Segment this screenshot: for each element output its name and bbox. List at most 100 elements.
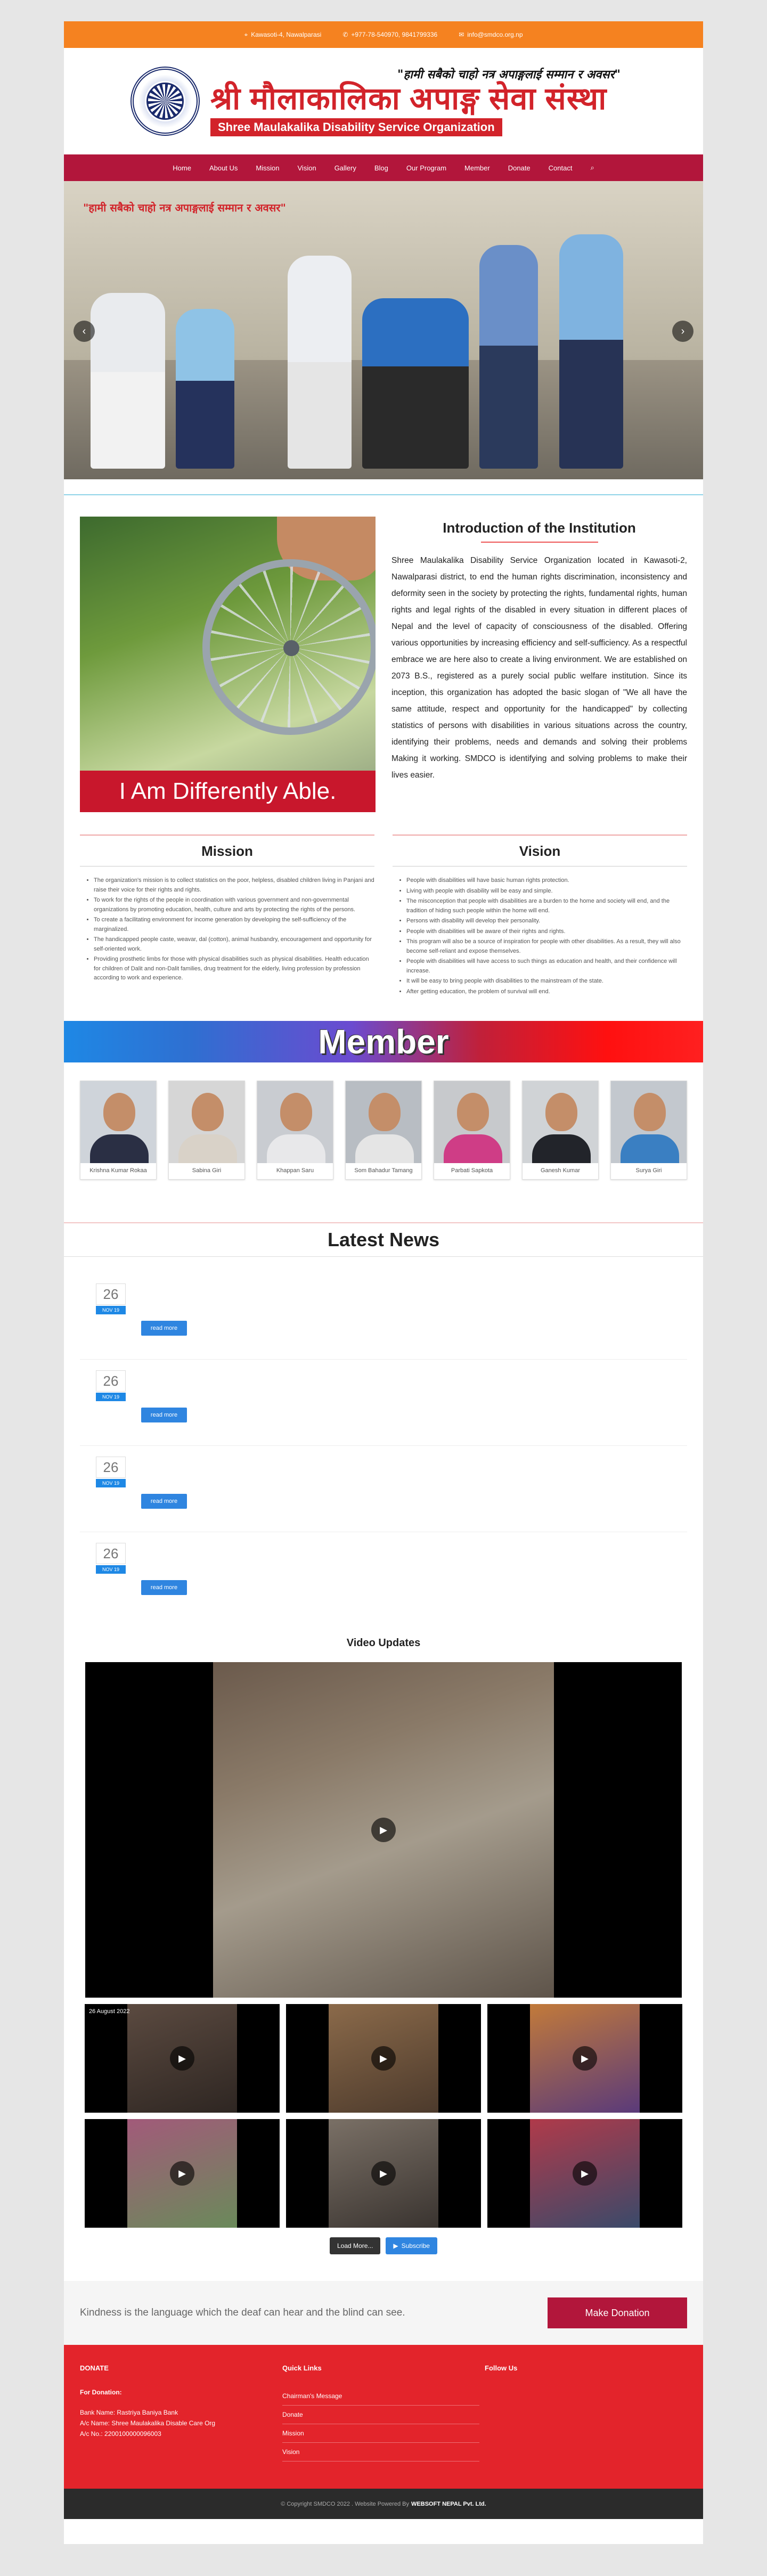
vision-item: People with disabilities will have basic… xyxy=(406,876,687,886)
mission-title: Mission xyxy=(201,843,253,859)
mission-item: Providing prosthetic limbs for those wit… xyxy=(94,955,374,983)
news-month: NOV 19 xyxy=(96,1479,126,1487)
play-icon[interactable]: ▶ xyxy=(170,2161,194,2186)
header: "हामी सबैको चाहो नत्र अपाङ्गलाई सम्मान र… xyxy=(64,48,703,154)
slide-child xyxy=(91,293,165,469)
mail-icon: ✉ xyxy=(459,31,464,38)
nav-vision[interactable]: Vision xyxy=(298,164,316,172)
mission-item: To create a facilitating environment for… xyxy=(94,915,374,934)
play-icon[interactable]: ▶ xyxy=(371,2046,396,2071)
member-clothing xyxy=(90,1134,149,1163)
member-photo xyxy=(523,1081,598,1163)
video-thumbnail[interactable]: ▶ xyxy=(487,2004,682,2113)
news-month: NOV 19 xyxy=(96,1565,126,1574)
video-title: Video Updates xyxy=(346,1637,421,1649)
slider-prev-button[interactable]: ‹ xyxy=(74,321,95,342)
footer-link-vision[interactable]: Vision xyxy=(282,2443,479,2461)
play-icon[interactable]: ▶ xyxy=(573,2046,597,2071)
nav-home[interactable]: Home xyxy=(173,164,191,172)
search-icon[interactable]: ⌕ xyxy=(590,163,594,172)
play-icon[interactable]: ▶ xyxy=(371,1818,396,1842)
member-name: Sabina Giri xyxy=(192,1167,222,1174)
news-day: 26 xyxy=(96,1457,126,1478)
phone[interactable]: ✆ +977-78-540970, 9841799336 xyxy=(342,31,437,38)
video-thumbnail[interactable]: ▶ xyxy=(286,2119,481,2228)
news-month: NOV 19 xyxy=(96,1306,126,1314)
member-photo xyxy=(611,1081,687,1163)
nav-mission[interactable]: Mission xyxy=(256,164,279,172)
nav-blog[interactable]: Blog xyxy=(374,164,388,172)
member-face xyxy=(103,1093,135,1131)
account-number: A/c No.: 2200100000096003 xyxy=(80,2430,161,2438)
member-card[interactable]: Surya Giri xyxy=(610,1081,687,1180)
footer-donate: DONATE For Donation: Bank Name: Rastriya… xyxy=(80,2364,282,2469)
org-name-nepali: श्री मौलाकालिका अपाङ्ग सेवा संस्था xyxy=(210,81,607,117)
play-icon[interactable]: ▶ xyxy=(170,2046,194,2071)
footer: DONATE For Donation: Bank Name: Rastriya… xyxy=(64,2345,703,2489)
video-thumbnail[interactable]: ▶ xyxy=(85,2119,280,2228)
main-video[interactable]: ▶ xyxy=(85,1662,682,1998)
member-photo xyxy=(434,1081,510,1163)
developer-link[interactable]: WEBSOFT NEPAL Pvt. Ltd. xyxy=(411,2501,486,2507)
member-name: Parbati Sapkota xyxy=(451,1167,493,1174)
load-more-button[interactable]: Load More... xyxy=(330,2237,381,2254)
video-thumbnail[interactable]: 26 August 2022 ▶ xyxy=(85,2004,280,2113)
video-thumbnail[interactable]: ▶ xyxy=(286,2004,481,2113)
nav-contact[interactable]: Contact xyxy=(549,164,573,172)
news-item: 26 NOV 19 read more xyxy=(80,1273,687,1359)
read-more-button[interactable]: read more xyxy=(141,1408,187,1422)
footer-link-chairman[interactable]: Chairman's Message xyxy=(282,2387,479,2406)
read-more-button[interactable]: read more xyxy=(141,1321,187,1336)
member-card[interactable]: Ganesh Kumar xyxy=(522,1081,599,1180)
email[interactable]: ✉ info@smdco.org.np xyxy=(459,31,523,38)
top-bar: ⌖ Kawasoti-4, Nawalparasi ✆ +977-78-540970… xyxy=(64,21,703,48)
youtube-icon: ▶ xyxy=(393,2242,398,2250)
vision-item: This program will also be a source of in… xyxy=(406,937,687,956)
nav-gallery[interactable]: Gallery xyxy=(334,164,356,172)
member-card[interactable]: Som Bahadur Tamang xyxy=(345,1081,422,1180)
vision-item: Persons with disability will develop the… xyxy=(406,917,687,926)
member-card[interactable]: Sabina Giri xyxy=(168,1081,245,1180)
logo[interactable] xyxy=(130,67,200,136)
nav-donate[interactable]: Donate xyxy=(508,164,531,172)
vision-item: Living with people with disability will … xyxy=(406,887,687,896)
footer-link-donate[interactable]: Donate xyxy=(282,2406,479,2424)
play-icon[interactable]: ▶ xyxy=(371,2161,396,2186)
member-banner: Member xyxy=(64,1021,703,1062)
play-icon[interactable]: ▶ xyxy=(573,2161,597,2186)
vision-item: The misconception that people with disab… xyxy=(406,897,687,915)
video-thumbnails: 26 August 2022 ▶ ▶ ▶ ▶ ▶ ▶ xyxy=(85,2004,682,2228)
news-list: 26 NOV 19 read more 26 NOV 19 read more 26 NOV … xyxy=(64,1257,703,1618)
video-buttons: Load More... ▶ Subscribe xyxy=(64,2237,703,2254)
make-donation-button[interactable]: Make Donation xyxy=(548,2297,687,2328)
slider-next-button[interactable]: › xyxy=(672,321,693,342)
member-clothing xyxy=(355,1134,414,1163)
member-face xyxy=(280,1093,312,1131)
footer-link-mission[interactable]: Mission xyxy=(282,2424,479,2443)
nav-about-us[interactable]: About Us xyxy=(209,164,238,172)
member-card[interactable]: Khappan Saru xyxy=(257,1081,333,1180)
slide-child xyxy=(176,309,234,469)
member-card[interactable]: Parbati Sapkota xyxy=(434,1081,510,1180)
video-thumbnail[interactable]: ▶ xyxy=(487,2119,682,2228)
intro-image: I Am Differently Able. xyxy=(80,517,376,812)
member-photo xyxy=(257,1081,333,1163)
read-more-button[interactable]: read more xyxy=(141,1580,187,1595)
news-day: 26 xyxy=(96,1370,126,1392)
mission-list: The organization's mission is to collect… xyxy=(80,876,374,983)
member-name: Som Bahadur Tamang xyxy=(354,1167,413,1174)
read-more-button[interactable]: read more xyxy=(141,1494,187,1509)
member-face xyxy=(369,1093,401,1131)
slide-quote: "हामी सबैको चाहो नत्र अपाङ्गलाई सम्मान र… xyxy=(83,201,286,214)
footer-quick-links: Quick Links Chairman's Message Donate Mi… xyxy=(282,2364,485,2469)
slide-child xyxy=(559,234,623,469)
member-face xyxy=(545,1093,577,1131)
subscribe-button[interactable]: ▶ Subscribe xyxy=(386,2237,437,2254)
nav-our-program[interactable]: Our Program xyxy=(406,164,446,172)
nav-member[interactable]: Member xyxy=(464,164,490,172)
mission-vision-section: Mission The organization's mission is to… xyxy=(64,812,703,997)
chevron-left-icon: ‹ xyxy=(82,325,86,337)
intro-text: Introduction of the Institution Shree Ma… xyxy=(391,517,687,812)
member-card[interactable]: Krishna Kumar Rokaa xyxy=(80,1081,157,1180)
donate-message: Kindness is the language which the deaf … xyxy=(80,2307,405,2318)
